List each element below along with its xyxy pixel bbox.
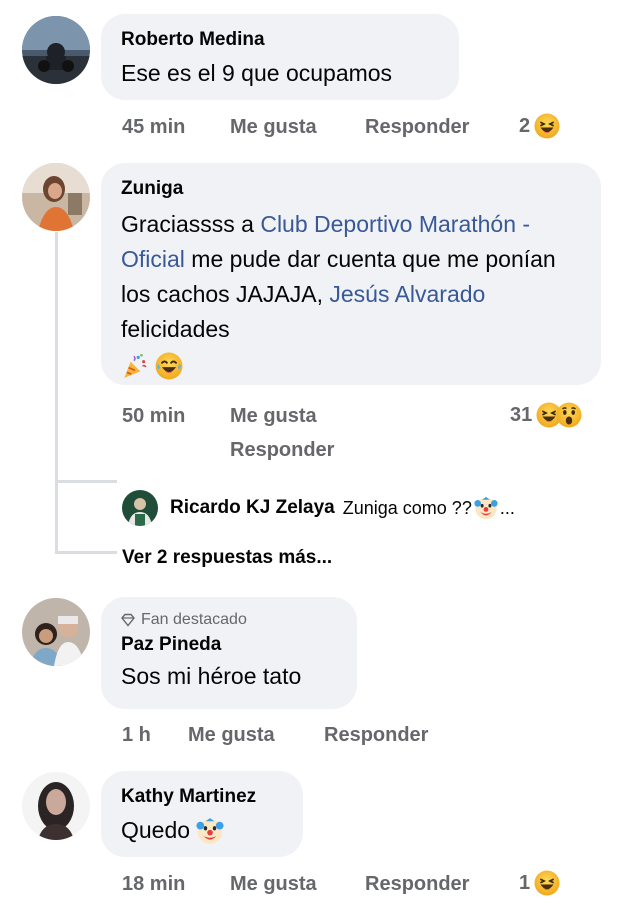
comment-author[interactable]: Kathy Martinez — [121, 785, 283, 809]
reaction-count: 31 — [510, 403, 533, 426]
thread-connector — [55, 551, 117, 554]
comment-time[interactable]: 50 min — [122, 405, 185, 428]
reaction-summary[interactable]: 2 — [519, 113, 560, 139]
thread-line — [55, 232, 58, 552]
comment-time[interactable]: 18 min — [122, 873, 185, 896]
haha-emoji-icon — [534, 870, 560, 896]
clown-face-icon — [474, 496, 498, 520]
like-button[interactable]: Me gusta — [188, 724, 275, 747]
reply-author[interactable]: Ricardo KJ Zelaya — [170, 497, 335, 519]
reply-button[interactable]: Responder — [324, 724, 428, 747]
comment-bubble: Roberto Medina Ese es el 9 que ocupamos — [101, 14, 459, 100]
avatar[interactable] — [22, 163, 90, 231]
reply-button[interactable]: Responder — [230, 439, 334, 462]
wow-emoji-icon — [556, 402, 582, 428]
reply-button[interactable]: Responder — [365, 873, 469, 896]
clown-face-icon — [196, 817, 224, 845]
haha-emoji-icon — [534, 113, 560, 139]
avatar[interactable] — [122, 490, 158, 526]
comment-author[interactable]: Roberto Medina — [121, 28, 439, 52]
like-button[interactable]: Me gusta — [230, 873, 317, 896]
comment-text: Quedo — [121, 817, 191, 843]
comment-text-row: Quedo — [121, 813, 283, 848]
fan-badge: Fan destacado — [121, 611, 337, 629]
text-segment: felicidades — [121, 316, 230, 342]
like-button[interactable]: Me gusta — [230, 405, 317, 428]
comment-bubble: Kathy Martinez Quedo — [101, 771, 303, 857]
avatar[interactable] — [22, 598, 90, 666]
comment-actions: 1 h Me gusta Responder — [122, 724, 462, 750]
reaction-summary[interactable]: 1 — [519, 870, 560, 896]
text-segment: Graciassss a — [121, 211, 261, 237]
reaction-summary[interactable]: 31 — [510, 402, 582, 428]
like-button[interactable]: Me gusta — [230, 116, 317, 139]
reply-text: Zuniga como ?? — [342, 497, 472, 518]
reply-preview[interactable]: Ricardo KJ Zelaya Zuniga como ?? ... — [122, 490, 515, 526]
comment-time[interactable]: 45 min — [122, 116, 185, 139]
party-popper-icon — [121, 352, 149, 380]
mention-link[interactable]: Jesús Alvarado — [329, 281, 485, 307]
comment-author[interactable]: Paz Pineda — [121, 633, 337, 657]
thread-connector — [55, 480, 117, 483]
comment-text: Sos mi héroe tato — [121, 663, 302, 689]
reply-ellipsis: ... — [499, 497, 515, 518]
avatar[interactable] — [22, 772, 90, 840]
diamond-icon — [121, 613, 135, 627]
tears-of-joy-icon — [155, 352, 183, 380]
comment-text: Ese es el 9 que ocupamos — [121, 60, 393, 86]
comment-time[interactable]: 1 h — [122, 724, 151, 747]
comment-bubble: Zuniga Graciassss a Club Deportivo Marat… — [101, 163, 601, 385]
view-more-replies-link[interactable]: Ver 2 respuestas más... — [122, 547, 332, 569]
comment-author[interactable]: Zuniga — [121, 177, 581, 201]
comment-actions: 50 min Me gusta Responder — [122, 405, 382, 469]
reply-button[interactable]: Responder — [365, 116, 469, 139]
reaction-count: 1 — [519, 871, 531, 894]
comment-text: Graciassss a Club Deportivo Marathón - O… — [121, 207, 581, 382]
avatar[interactable] — [22, 16, 90, 84]
fan-badge-label: Fan destacado — [141, 611, 247, 628]
reaction-count: 2 — [519, 114, 531, 137]
comment-bubble: Fan destacado Paz Pineda Sos mi héroe ta… — [101, 597, 357, 709]
